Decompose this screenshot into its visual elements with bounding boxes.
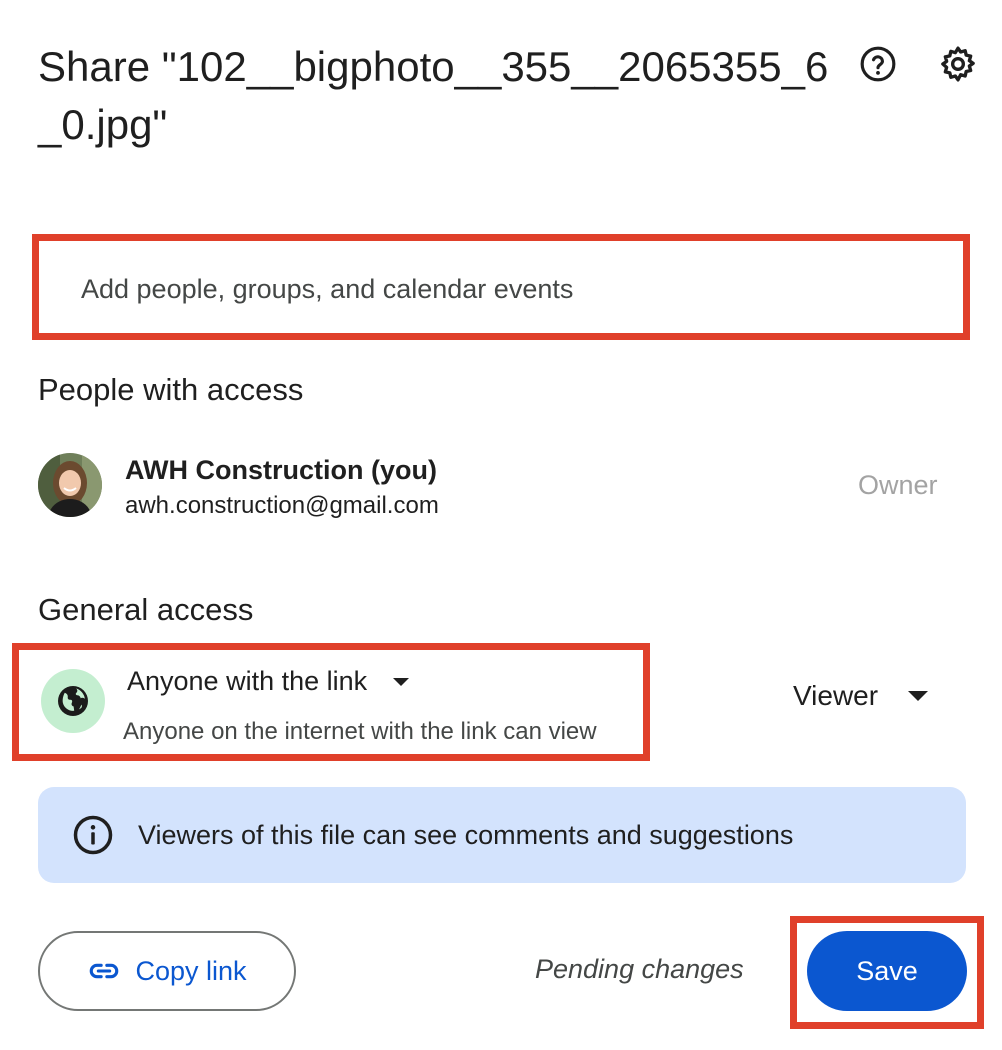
- person-email: awh.construction@gmail.com: [125, 492, 439, 519]
- general-access-row: Anyone with the link Anyone on the inter…: [12, 643, 650, 761]
- gear-icon: [941, 46, 975, 82]
- copy-link-button[interactable]: Copy link: [38, 931, 296, 1011]
- link-icon: [90, 963, 119, 979]
- add-people-input[interactable]: [79, 263, 923, 315]
- globe-icon: [58, 686, 88, 716]
- save-button[interactable]: Save: [807, 931, 967, 1011]
- pending-changes-text: Pending changes: [535, 954, 744, 984]
- help-button[interactable]: [854, 40, 902, 88]
- people-with-access-title: People with access: [38, 372, 304, 407]
- general-access-title: General access: [38, 592, 254, 627]
- person-role: Owner: [858, 470, 938, 500]
- person-name: AWH Construction (you): [125, 455, 437, 485]
- access-role-dropdown[interactable]: Viewer: [793, 680, 929, 712]
- general-access-description: Anyone on the internet with the link can…: [123, 718, 597, 745]
- avatar: [38, 453, 102, 517]
- globe-badge: [41, 669, 105, 733]
- info-banner-text: Viewers of this file can see comments an…: [138, 819, 794, 850]
- copy-link-label: Copy link: [135, 955, 247, 986]
- info-icon: [73, 815, 113, 855]
- general-access-selected: Anyone with the link: [127, 666, 368, 696]
- general-access-dropdown[interactable]: Anyone with the link: [127, 666, 410, 697]
- help-circle-icon: [860, 46, 896, 82]
- add-people-field-container: [32, 234, 970, 340]
- chevron-down-icon: [908, 691, 929, 701]
- dialog-title: Share "102__bigphoto__355__2065355_6_0.j…: [38, 43, 829, 148]
- chevron-down-icon: [393, 677, 410, 686]
- access-role-label: Viewer: [793, 680, 879, 711]
- settings-button[interactable]: [934, 40, 982, 88]
- info-banner: Viewers of this file can see comments an…: [38, 787, 966, 883]
- save-button-highlight: Save: [790, 916, 984, 1029]
